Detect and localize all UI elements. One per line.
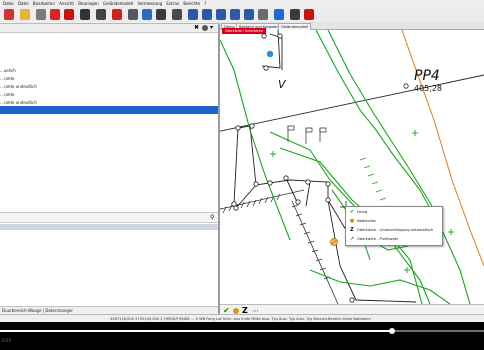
menu-extras[interactable]: Extras [166,1,179,6]
vertex-points[interactable] [231,33,409,303]
menu-view[interactable]: Ansicht [59,1,74,6]
blue-point-icon [266,50,274,58]
tool-tooltip: Oberkante / Unterkante [222,28,266,34]
parcel-lines [220,30,484,303]
redo-icon[interactable] [20,9,30,20]
grid-icon[interactable] [36,9,46,20]
list-item[interactable]: ...rante [0,75,218,83]
list-item[interactable]: ...uelich [0,67,218,75]
menubar: Datei Datei Bearbeiten Ansicht Bearingen… [0,0,484,7]
settings-icon[interactable] [128,9,138,20]
zoom-previous-icon[interactable] [244,9,254,20]
menu-item-fertig[interactable]: ✔ Fertig [346,208,442,216]
image-icon[interactable] [274,9,284,20]
menu-item-oberkante-auto[interactable]: Z Oberkante - Linienverfolgung automatis… [346,226,442,234]
search-icon[interactable]: ⚲ [210,213,214,222]
progress-track[interactable] [0,328,484,334]
flag-red-icon[interactable] [304,9,314,20]
status-bar: 4587118,000 5705100,000 2 F/RE/K/F/ENDE … [0,314,484,322]
point-label: PP4 [414,68,440,84]
menu-item-abbrechen[interactable]: ● Abbrechen [346,217,442,225]
menu-terrain-model[interactable]: Geländemodell [103,1,133,6]
list-item[interactable]: ...rante undeutlich [0,83,218,91]
zoom-in-icon[interactable] [188,9,198,20]
zoom-all-icon[interactable] [230,9,240,20]
elevation-label: 405,28 [414,84,442,93]
left-panel: ✖ ▾ ...uelich ...rante ...rante undeutli… [0,24,220,315]
menu-help[interactable]: ? [204,1,206,6]
layers-icon[interactable] [80,9,90,20]
menu-reports[interactable]: Berichte [183,1,200,6]
list-divider [0,224,218,230]
table-icon[interactable] [258,9,268,20]
z-icon: Z [350,227,354,233]
menu-survey[interactable]: Vermessung [138,1,163,6]
list-item-selected[interactable] [0,106,218,114]
cancel-icon: ● [349,218,355,224]
settings-icon[interactable] [202,25,208,31]
video-player-bar: 0:20 [0,322,484,350]
menu-file-2[interactable]: Datei [18,1,29,6]
snap-icon[interactable] [142,9,152,20]
tag-icon[interactable] [290,9,300,20]
menu-edit[interactable]: Bearbeiten [33,1,55,6]
search-bar[interactable]: ⚲ [0,212,218,223]
zoom-out-icon[interactable] [202,9,212,20]
progress-handle[interactable] [389,328,396,334]
close-icon[interactable]: ✖ [194,24,199,32]
rotate-icon[interactable] [112,9,122,20]
flag-icon[interactable] [64,9,74,20]
tools-icon[interactable] [172,9,182,20]
menu-edit-2[interactable]: Bearingen [78,1,98,6]
left-panel-header: ✖ ▾ [0,24,218,33]
pick-icon: ↗ [349,236,355,242]
list-item[interactable]: ...rante [0,91,218,99]
print-icon[interactable] [50,9,60,20]
orange-symbol-icon [330,238,338,246]
undo-icon[interactable] [4,9,14,20]
marker-label: V [278,78,287,91]
progress-fill [0,330,393,332]
measure-icon[interactable] [156,9,166,20]
flag-markers [287,125,327,144]
cad-application: Datei Datei Bearbeiten Ansicht Bearingen… [0,0,484,322]
time-label: 0:20 [2,338,11,343]
move-icon[interactable] [96,9,106,20]
menu-file[interactable]: Datei [3,1,14,6]
context-menu: ✔ Fertig ● Abbrechen Z Oberkante - Linie… [345,206,443,246]
footer-label: Duurbereich-Waage | Datenmanger [2,308,74,313]
tab-gelaendemodell[interactable]: Geländemodell [278,23,312,30]
menu-item-oberkante-punktwahl[interactable]: ↗ Oberkante - Punktwahl [346,235,442,243]
check-icon: ✔ [349,209,355,215]
expand-icon[interactable]: ▾ [210,24,213,32]
zoom-window-icon[interactable] [216,9,226,20]
map-view: Demo Bestand und Kataster Geländemodell [220,22,484,317]
status-text: 4587118,000 5705100,000 2 F/RE/K/F/ENDE … [110,317,371,321]
map-canvas[interactable]: PP4 405,28 V [220,30,484,304]
